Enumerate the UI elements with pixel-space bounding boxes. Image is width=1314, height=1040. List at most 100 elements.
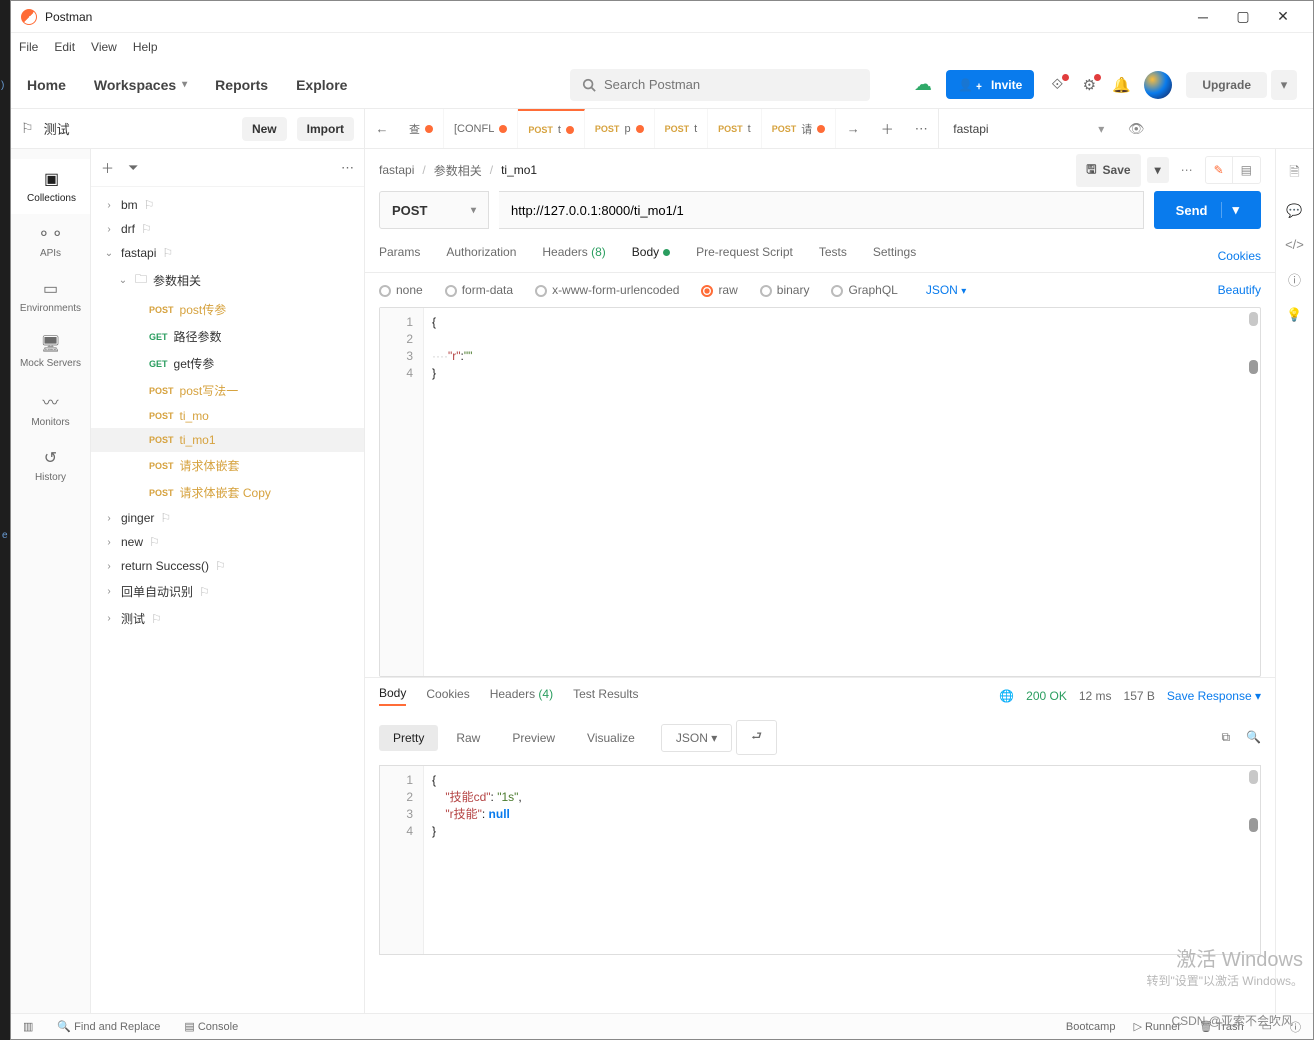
tree-ginger[interactable]: ›ginger ⚐ xyxy=(91,506,364,530)
comments-icon[interactable]: 💬 xyxy=(1286,203,1302,219)
tree-item-ti_mo1[interactable]: POSTti_mo1 xyxy=(91,428,364,452)
menu-help[interactable]: Help xyxy=(133,40,158,54)
upgrade-button[interactable]: Upgrade xyxy=(1186,72,1267,98)
wrap-icon[interactable]: ⮐ xyxy=(736,720,777,755)
resp-format-select[interactable]: JSON ▾ xyxy=(661,724,732,752)
resp-tab-body[interactable]: Body xyxy=(379,686,406,706)
tab-auth[interactable]: Authorization xyxy=(446,245,516,267)
tree-item-post传参[interactable]: POSTpost传参 xyxy=(91,296,364,323)
tree-fastapi[interactable]: ⌄fastapi ⚐ xyxy=(91,241,364,265)
tree-item-请求体嵌套 Copy[interactable]: POST请求体嵌套 Copy xyxy=(91,479,364,506)
scrollbar-thumb[interactable] xyxy=(1249,312,1258,326)
menu-edit[interactable]: Edit xyxy=(54,40,75,54)
workspace-name[interactable]: 测试 xyxy=(44,119,232,138)
nav-reports[interactable]: Reports xyxy=(215,77,268,93)
tab-params[interactable]: Params xyxy=(379,245,420,267)
tabs-forward-icon[interactable]: → xyxy=(836,121,870,136)
body-none[interactable]: none xyxy=(379,283,423,297)
view-pretty[interactable]: Pretty xyxy=(379,725,438,751)
rail-mock servers[interactable]: 🖥Mock Servers xyxy=(11,324,90,379)
search-response-icon[interactable]: 🔍 xyxy=(1246,730,1261,745)
tree-item-请求体嵌套[interactable]: POST请求体嵌套 xyxy=(91,452,364,479)
sidebar-toggle-icon[interactable]: ▥ xyxy=(23,1020,33,1033)
related-icon[interactable]: 💡 xyxy=(1286,307,1302,323)
new-tab-icon[interactable]: ＋ xyxy=(870,119,904,138)
rail-history[interactable]: ↺History xyxy=(11,438,90,493)
view-raw[interactable]: Raw xyxy=(442,725,494,751)
menu-view[interactable]: View xyxy=(91,40,117,54)
find-replace[interactable]: 🔍 Find and Replace xyxy=(57,1020,160,1033)
minimize-button[interactable]: ─ xyxy=(1183,2,1223,32)
tree-bm[interactable]: ›bm ⚐ xyxy=(91,193,364,217)
tab-6[interactable]: POST请 xyxy=(762,109,837,148)
info-icon[interactable]: ⓘ xyxy=(1288,270,1301,289)
nav-home[interactable]: Home xyxy=(27,77,66,93)
resp-tab-test[interactable]: Test Results xyxy=(573,687,638,705)
tree-new[interactable]: ›new ⚐ xyxy=(91,530,364,554)
view-visualize[interactable]: Visualize xyxy=(573,725,649,751)
environment-selector[interactable]: fastapi▾ xyxy=(938,109,1118,148)
sync-icon[interactable]: ☁ xyxy=(914,74,932,95)
maximize-button[interactable]: ▢ xyxy=(1223,2,1263,32)
body-raw[interactable]: raw xyxy=(701,283,737,297)
tree-drf[interactable]: ›drf ⚐ xyxy=(91,217,364,241)
close-button[interactable]: ✕ xyxy=(1263,2,1303,32)
method-selector[interactable]: POST▾ xyxy=(379,191,489,229)
tab-headers[interactable]: Headers (8) xyxy=(542,245,605,267)
invite-button[interactable]: 👤﹢Invite xyxy=(946,70,1034,99)
save-button[interactable]: 🖫Save xyxy=(1076,154,1140,187)
tree-folder[interactable]: ⌄🗀参数相关 xyxy=(91,265,364,296)
new-button[interactable]: New xyxy=(242,117,287,141)
search-box[interactable] xyxy=(570,69,870,101)
body-xwww[interactable]: x-www-form-urlencoded xyxy=(535,283,679,297)
tree-item-路径参数[interactable]: GET路径参数 xyxy=(91,323,364,350)
url-input[interactable] xyxy=(499,191,1144,229)
sidebar-menu-icon[interactable]: ⋯ xyxy=(341,160,354,176)
tree-test[interactable]: ›测试 ⚐ xyxy=(91,605,364,632)
upgrade-chevron[interactable]: ▾ xyxy=(1271,70,1297,100)
crumb-collection[interactable]: fastapi xyxy=(379,163,414,177)
console[interactable]: ▤ Console xyxy=(184,1020,238,1033)
resp-scroll-thumb-2[interactable] xyxy=(1249,818,1258,832)
request-menu-icon[interactable]: ⋯ xyxy=(1175,163,1199,177)
filter-icon[interactable]: ⏷ xyxy=(128,160,138,176)
search-input[interactable] xyxy=(604,77,858,92)
save-response-link[interactable]: Save Response ▾ xyxy=(1167,689,1261,703)
tab-2[interactable]: POSTt xyxy=(518,109,585,148)
body-editor[interactable]: 1234 { ····"r":"" } xyxy=(379,307,1261,677)
scrollbar-thumb-2[interactable] xyxy=(1249,360,1258,374)
settings-icon[interactable]: ⚙ xyxy=(1080,76,1098,94)
capture-icon[interactable]: ⟐ xyxy=(1048,76,1066,94)
tab-tests[interactable]: Tests xyxy=(819,245,847,267)
tab-settings[interactable]: Settings xyxy=(873,245,916,267)
import-button[interactable]: Import xyxy=(297,117,354,141)
tabs-menu-icon[interactable]: ⋯ xyxy=(904,121,938,137)
nav-workspaces[interactable]: Workspaces▾ xyxy=(94,77,187,93)
resp-scroll-thumb[interactable] xyxy=(1249,770,1258,784)
tabs-back-icon[interactable]: ← xyxy=(365,121,399,136)
code-icon[interactable]: </> xyxy=(1285,237,1304,252)
notifications-icon[interactable]: 🔔 xyxy=(1112,76,1130,94)
avatar[interactable] xyxy=(1144,71,1172,99)
view-preview[interactable]: Preview xyxy=(498,725,569,751)
resp-tab-cookies[interactable]: Cookies xyxy=(426,687,469,705)
resp-tab-headers[interactable]: Headers (4) xyxy=(490,687,553,705)
crumb-folder[interactable]: 参数相关 xyxy=(434,162,482,179)
globe-icon[interactable]: 🌐 xyxy=(999,689,1014,703)
body-code[interactable]: { ····"r":"" } xyxy=(424,308,480,676)
tab-4[interactable]: POSTt xyxy=(655,109,709,148)
body-binary[interactable]: binary xyxy=(760,283,810,297)
edit-icon[interactable]: ✎ xyxy=(1206,157,1233,183)
tab-3[interactable]: POSTp xyxy=(585,109,655,148)
body-form-data[interactable]: form-data xyxy=(445,283,513,297)
cookies-link[interactable]: Cookies xyxy=(1218,249,1261,263)
tree-item-post写法一[interactable]: POSTpost写法一 xyxy=(91,377,364,404)
rail-collections[interactable]: ▣Collections xyxy=(11,159,90,214)
env-quicklook-icon[interactable]: 👁 xyxy=(1118,121,1154,137)
comment-icon[interactable]: ▤ xyxy=(1233,157,1260,183)
rail-environments[interactable]: ▭Environments xyxy=(11,269,90,324)
docs-icon[interactable]: 🗎 xyxy=(1289,163,1299,185)
beautify-link[interactable]: Beautify xyxy=(1218,283,1261,297)
tree-item-ti_mo[interactable]: POSTti_mo xyxy=(91,404,364,428)
tab-body[interactable]: Body xyxy=(632,245,670,267)
